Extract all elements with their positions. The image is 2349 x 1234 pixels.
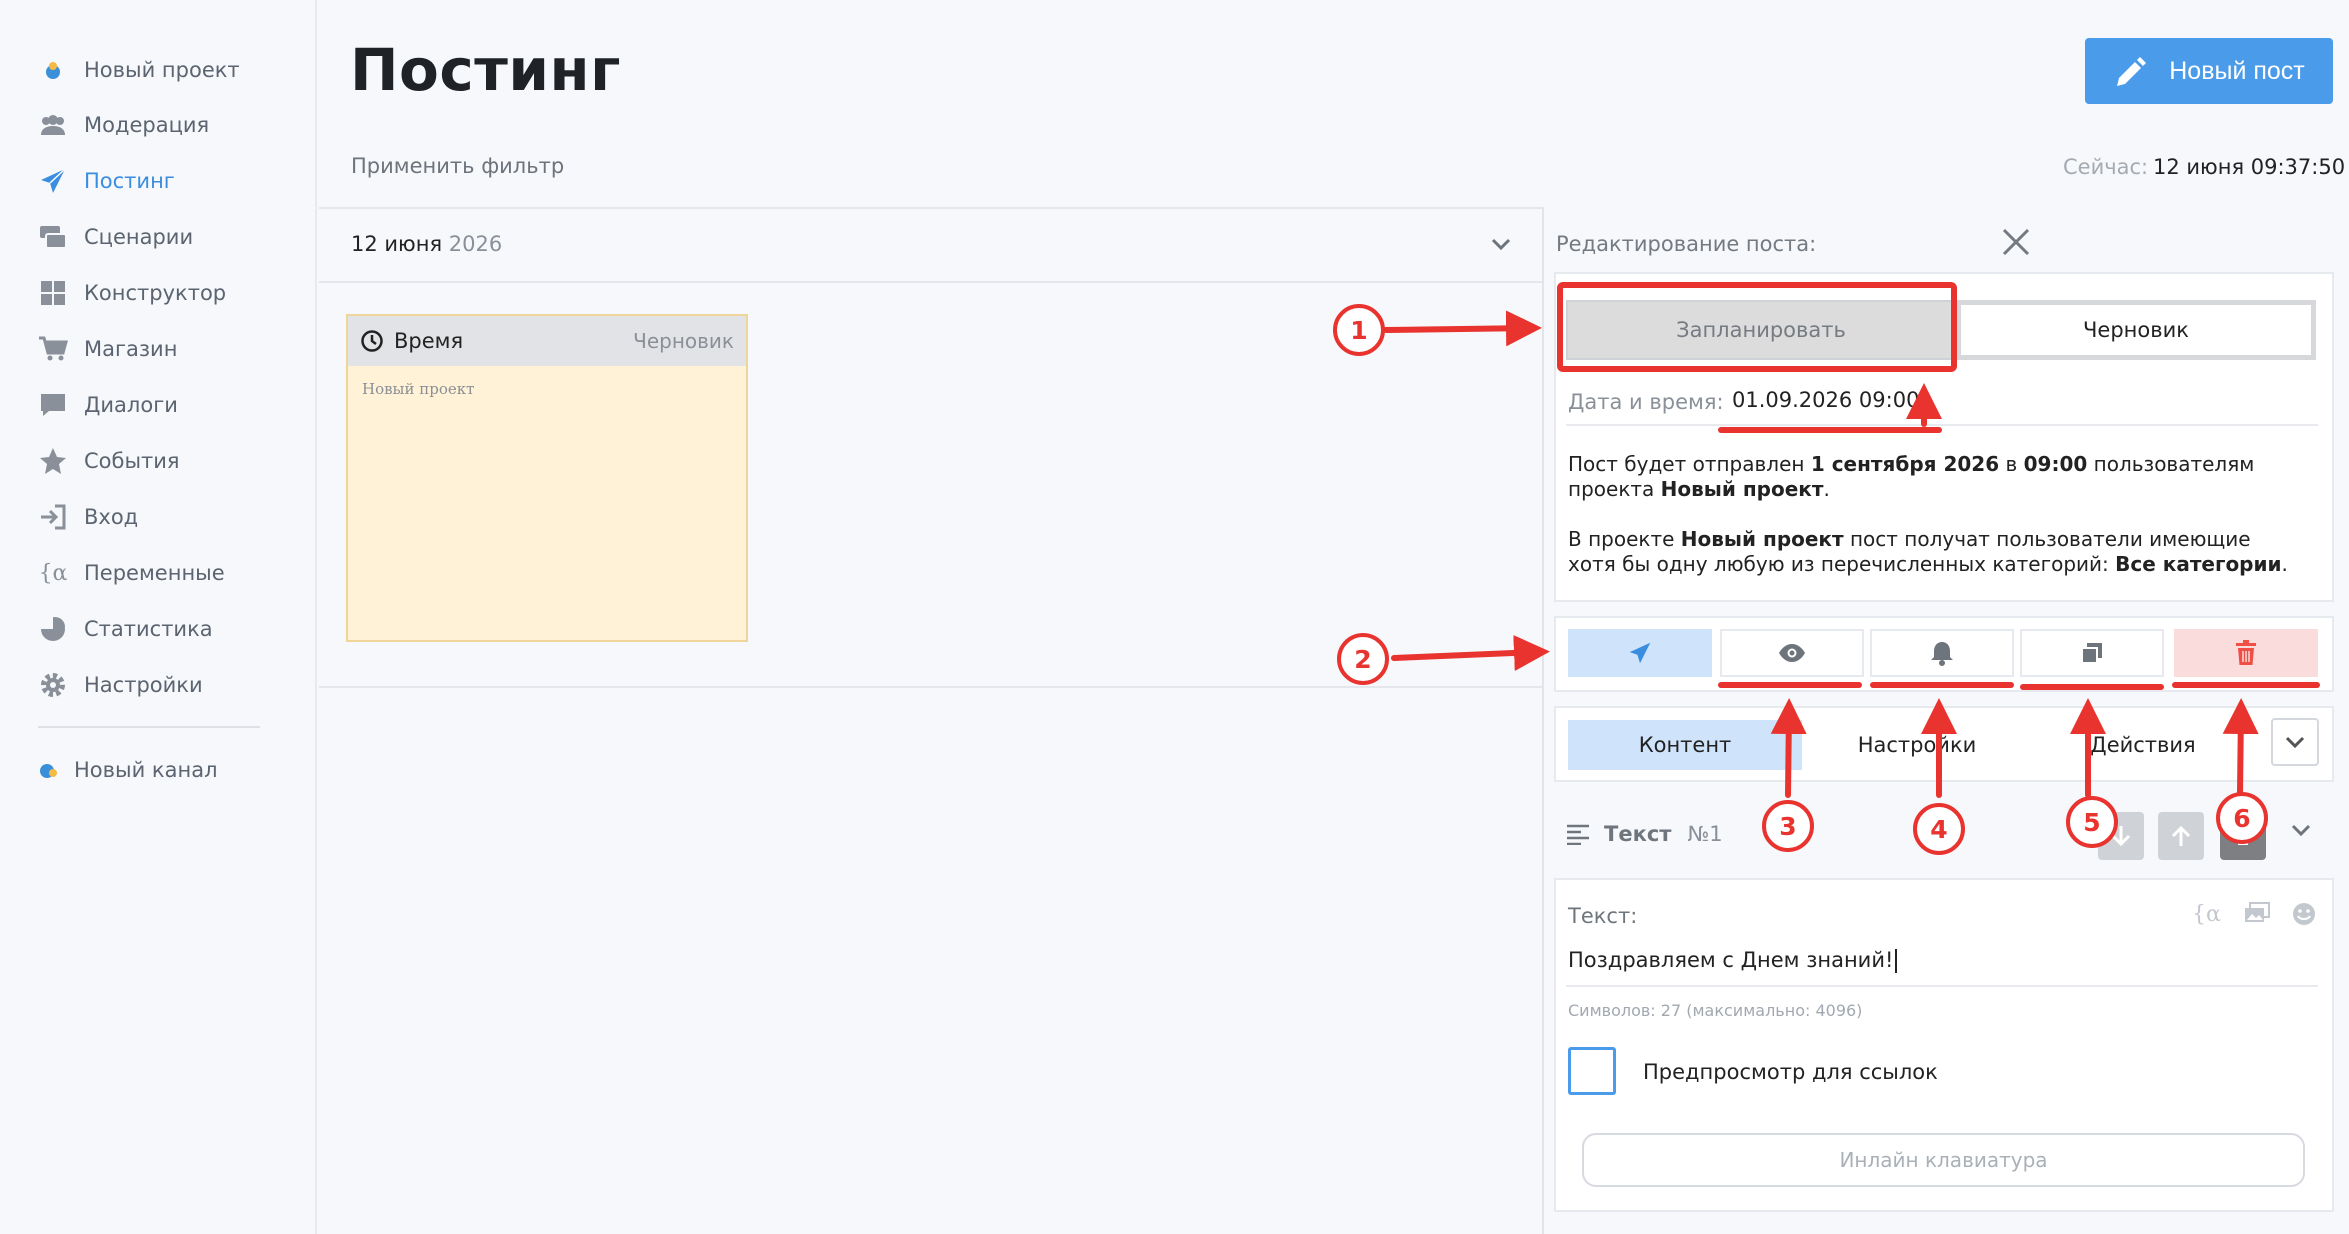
annotation-callout: 4 — [1913, 803, 1965, 855]
annotation-callout: 1 — [1333, 304, 1385, 356]
annotation-callout: 2 — [1337, 633, 1389, 685]
annotation-callout: 5 — [2066, 796, 2118, 848]
annotation-callout: 6 — [2216, 792, 2268, 844]
annotation-callout: 3 — [1762, 800, 1814, 852]
annotation-arrows — [1383, 310, 2259, 798]
